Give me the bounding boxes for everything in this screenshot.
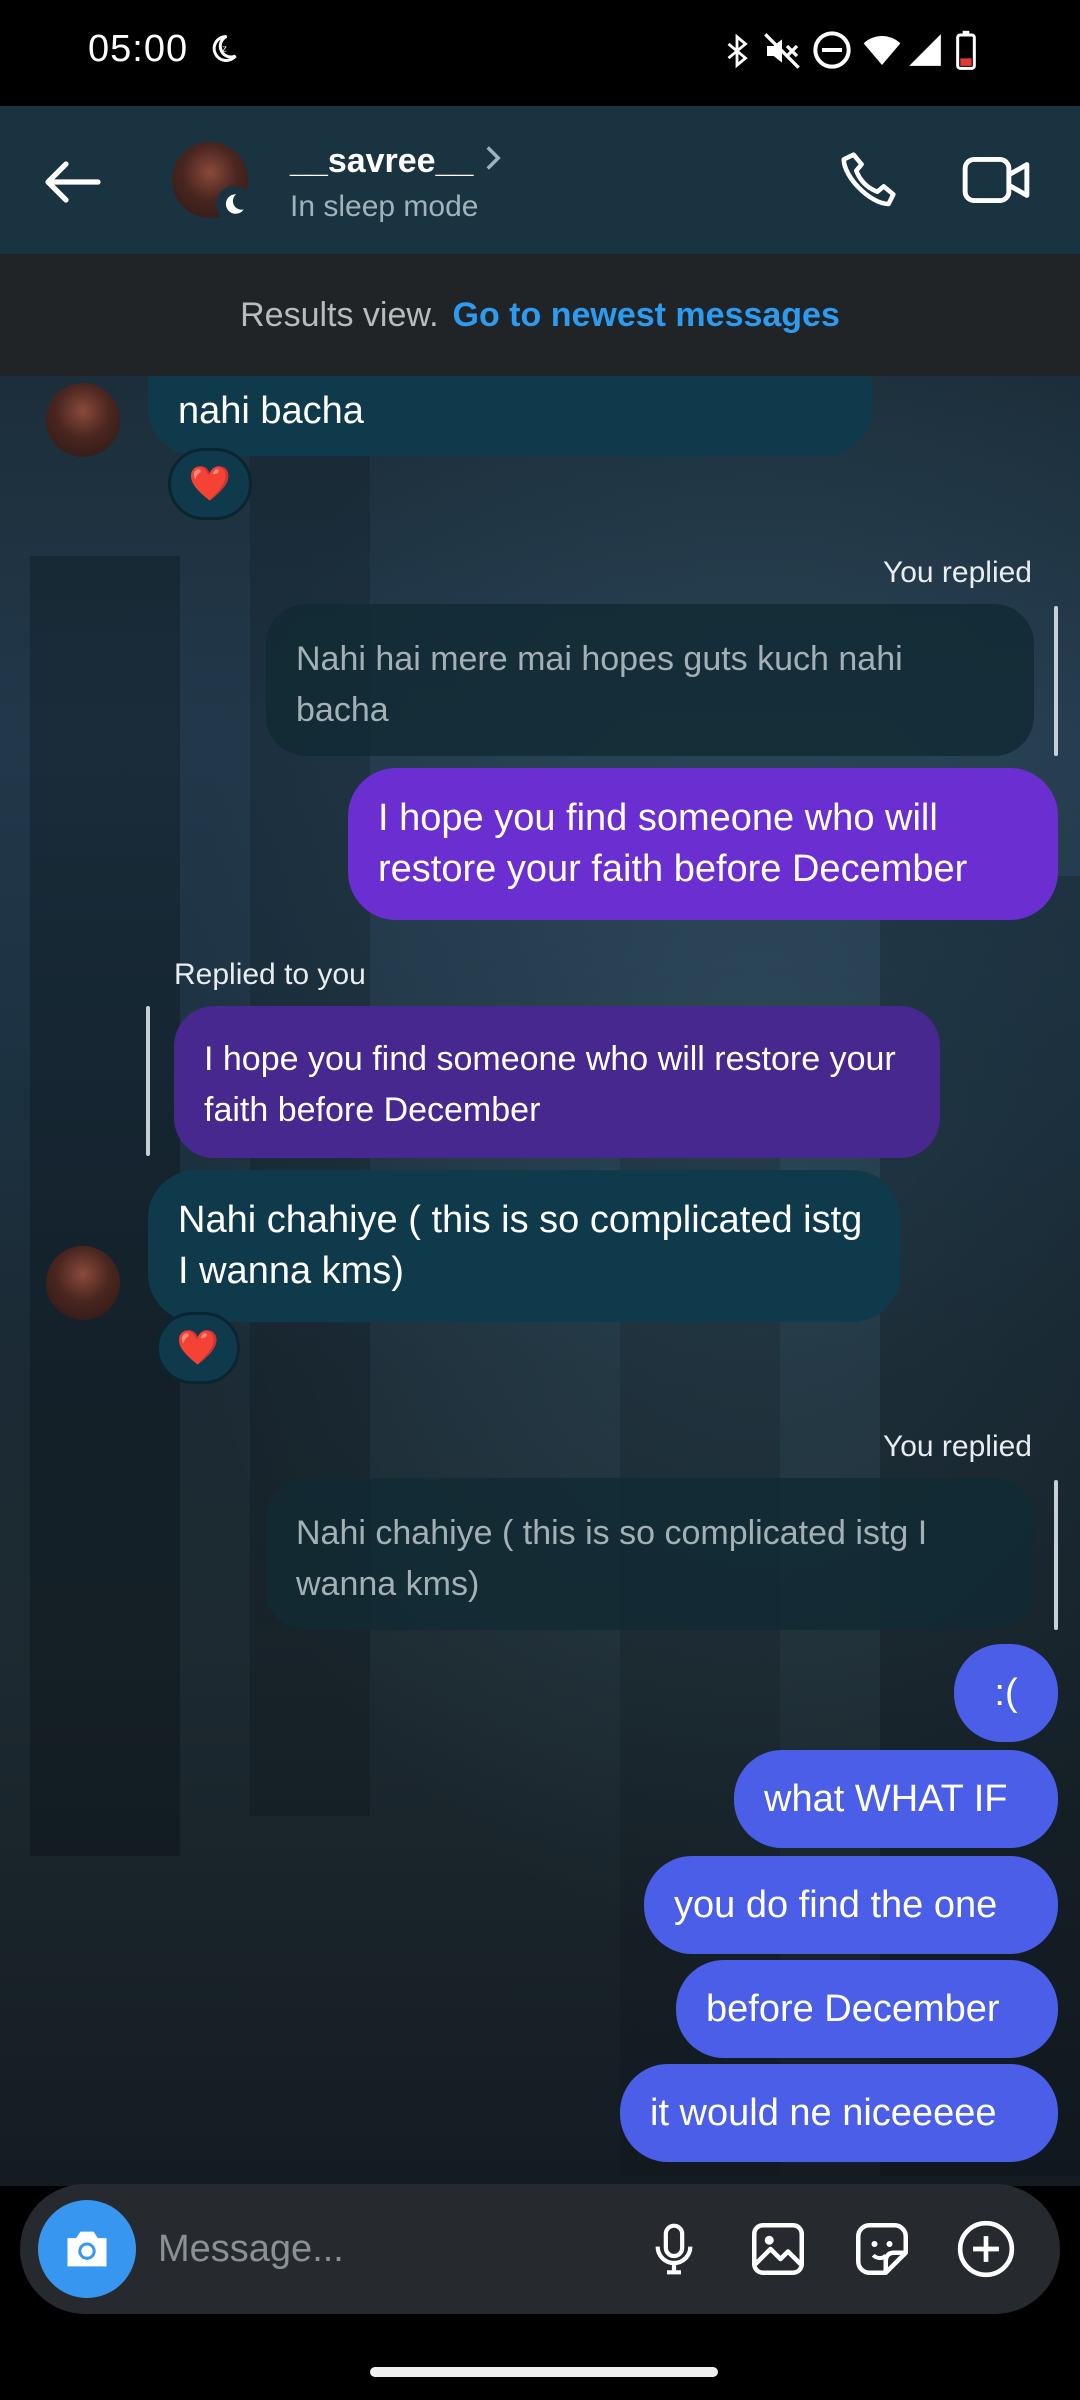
more-options-button[interactable] [954, 2217, 1018, 2281]
go-to-newest-messages-link[interactable]: Go to newest messages [453, 296, 840, 335]
microphone-icon [655, 2223, 693, 2275]
camera-icon [67, 2231, 107, 2267]
results-view-label: Results view. [240, 295, 439, 334]
quoted-message[interactable]: I hope you find someone who will restore… [174, 1006, 940, 1158]
quoted-text: Nahi hai mere mai hopes guts kuch nahi b… [296, 640, 903, 729]
message-text: I hope you find someone who will restore… [378, 797, 968, 890]
sent-message[interactable]: you do find the one [644, 1856, 1058, 1954]
moon-icon: z [204, 30, 240, 75]
video-camera-icon [962, 156, 1030, 204]
sent-message[interactable]: what WHAT IF [734, 1750, 1058, 1848]
sent-message[interactable]: before December [676, 1960, 1058, 2058]
sticker-icon [856, 2223, 908, 2275]
camera-button[interactable] [38, 2200, 136, 2298]
message-composer [20, 2184, 1060, 2314]
plus-circle-icon [957, 2220, 1015, 2278]
sent-message[interactable]: it would ne niceeeee [620, 2064, 1058, 2162]
back-button[interactable] [36, 146, 108, 218]
message-text: before December [706, 1987, 1000, 2030]
heart-reaction-icon: ❤️ [176, 1328, 220, 1368]
sleep-moon-badge-icon [216, 186, 252, 222]
message-text: nahi bacha [178, 390, 364, 432]
bluetooth-icon [720, 30, 754, 77]
microphone-button[interactable] [642, 2217, 706, 2281]
message-text: it would ne niceeeee [650, 2091, 997, 2134]
reply-indicator-bar [1054, 1480, 1058, 1630]
status-bar: 05:00 z [0, 0, 1080, 106]
message-thread[interactable]: nahi bacha ❤️ You replied Nahi hai mere … [0, 376, 1080, 2186]
reply-meta-label: You replied [882, 556, 1032, 589]
quoted-text: Nahi chahiye ( this is so complicated is… [296, 1514, 928, 1603]
sent-message[interactable]: I hope you find someone who will restore… [348, 768, 1058, 920]
heart-reaction[interactable]: ❤️ [156, 1312, 240, 1384]
mute-icon [762, 30, 802, 77]
signal-icon [906, 30, 944, 75]
chat-header: __savree__ In sleep mode [0, 106, 1080, 254]
svg-text:z: z [222, 45, 227, 55]
wifi-icon [860, 30, 904, 75]
audio-call-button[interactable] [836, 148, 900, 212]
chevron-right-icon [482, 144, 504, 177]
contact-avatar[interactable] [172, 142, 252, 222]
gallery-button[interactable] [746, 2217, 810, 2281]
received-message[interactable]: nahi bacha [148, 376, 872, 456]
reply-indicator-bar [146, 1006, 150, 1156]
sent-message[interactable]: :( [954, 1644, 1058, 1742]
message-text: :( [994, 1671, 1018, 1714]
contact-status: In sleep mode [290, 190, 479, 223]
message-text: what WHAT IF [764, 1777, 1008, 1820]
reply-meta-label: Replied to you [174, 958, 366, 991]
search-results-bar: Results view. Go to newest messages [0, 254, 1080, 376]
quoted-message[interactable]: Nahi chahiye ( this is so complicated is… [266, 1478, 1034, 1630]
heart-reaction[interactable]: ❤️ [168, 448, 252, 520]
sender-avatar[interactable] [46, 1246, 120, 1320]
message-text: you do find the one [674, 1883, 998, 1926]
message-input[interactable] [158, 2214, 618, 2284]
heart-reaction-icon: ❤️ [188, 464, 232, 504]
home-indicator[interactable] [370, 2367, 718, 2377]
quoted-text: I hope you find someone who will restore… [204, 1040, 896, 1129]
received-message[interactable]: Nahi chahiye ( this is so complicated is… [148, 1170, 900, 1322]
back-arrow-icon [45, 161, 101, 203]
dnd-icon [812, 30, 852, 75]
message-text: Nahi chahiye ( this is so complicated is… [178, 1199, 863, 1292]
sticker-button[interactable] [850, 2217, 914, 2281]
gallery-icon [752, 2223, 804, 2275]
battery-icon [954, 30, 978, 75]
status-time: 05:00 [88, 28, 189, 70]
sender-avatar[interactable] [46, 383, 120, 457]
contact-name[interactable]: __savree__ [290, 142, 473, 181]
phone-icon [841, 152, 896, 207]
reply-indicator-bar [1054, 606, 1058, 756]
reply-meta-label: You replied [882, 1430, 1032, 1463]
video-call-button[interactable] [960, 148, 1032, 212]
quoted-message[interactable]: Nahi hai mere mai hopes guts kuch nahi b… [266, 604, 1034, 756]
